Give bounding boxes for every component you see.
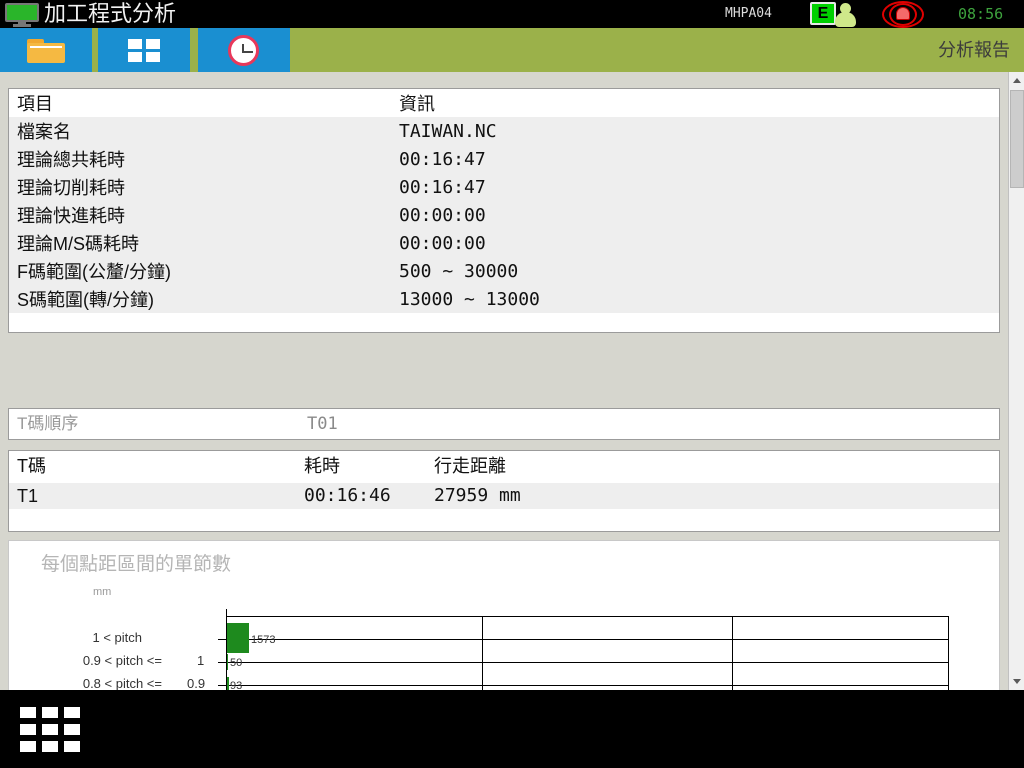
cell-distance: 27959 mm xyxy=(434,483,521,509)
row-label: 檔案名 xyxy=(9,117,399,145)
row-value: 500 ~ 30000 xyxy=(399,257,999,285)
category-label: 1 < pitch xyxy=(92,630,142,645)
row-value: TAIWAN.NC xyxy=(399,117,999,145)
header-item: 項目 xyxy=(9,89,399,117)
category-label: 0.8 < pitch <= xyxy=(83,676,162,690)
row-label: F碼範圍(公釐/分鐘) xyxy=(9,257,399,285)
grid-icon xyxy=(128,39,160,62)
chart-unit-label: mm xyxy=(93,586,111,598)
bottom-bar xyxy=(0,690,1024,768)
table-row: 理論總共耗時 00:16:47 xyxy=(9,145,999,173)
row-label: 理論快進耗時 xyxy=(9,201,399,229)
axis-tick xyxy=(218,685,226,686)
tcode-table: T碼 耗時 行走距離 T1 00:16:46 27959 mm xyxy=(8,450,1000,532)
header-distance: 行走距離 xyxy=(434,451,506,483)
row-value: 00:00:00 xyxy=(399,201,999,229)
system-clock: 08:56 xyxy=(958,0,1003,28)
monitor-icon xyxy=(4,2,40,27)
folder-icon xyxy=(27,39,65,63)
vertical-scrollbar[interactable] xyxy=(1008,72,1024,690)
category-label: 0.9 < pitch <= xyxy=(83,653,162,668)
row-label: S碼範圍(轉/分鐘) xyxy=(9,285,399,313)
row-label: 理論切削耗時 xyxy=(9,173,399,201)
title-bar: 加工程式分析 MHPA04 E 08:56 xyxy=(0,0,1024,28)
axis-tick xyxy=(218,639,226,640)
chart-category-axis: 1 < pitch 0.9 < pitch <= 1 0.8 < pitch <… xyxy=(9,609,218,690)
gridline-horizontal xyxy=(218,685,949,686)
gridline-top xyxy=(226,616,949,617)
gridline-vertical xyxy=(732,616,733,690)
chart-plot-area: 1573 50 93 220 428 1185 xyxy=(218,609,949,690)
category-upper: 0.9 xyxy=(187,676,205,690)
chart-title: 每個點距區間的單節數 xyxy=(41,549,231,576)
axis-tick xyxy=(218,662,226,663)
table-header-row: 項目 資訊 xyxy=(9,89,999,117)
row-value: 00:16:47 xyxy=(399,173,999,201)
bar-1 xyxy=(227,654,228,670)
table-row: S碼範圍(轉/分鐘) 13000 ~ 13000 xyxy=(9,285,999,313)
pitch-histogram-panel: 每個點距區間的單節數 mm 1 < pitch 0.9 < pitch <= 1… xyxy=(8,540,1000,690)
app-title: 加工程式分析 xyxy=(44,0,176,28)
header-info: 資訊 xyxy=(399,89,999,117)
scroll-up-button[interactable] xyxy=(1009,72,1024,89)
program-info-table: 項目 資訊 檔案名 TAIWAN.NC 理論總共耗時 00:16:47 理論切削… xyxy=(9,89,999,313)
scrollbar-thumb[interactable] xyxy=(1010,90,1024,188)
table-row: 理論快進耗時 00:00:00 xyxy=(9,201,999,229)
page-title: 分析報告 xyxy=(938,28,1010,72)
table-row: F碼範圍(公釐/分鐘) 500 ~ 30000 xyxy=(9,257,999,285)
header-tcode: T碼 xyxy=(17,451,46,483)
machine-id: MHPA04 xyxy=(725,0,772,28)
category-upper: 1 xyxy=(197,653,204,668)
tcode-order-label: T碼順序 xyxy=(17,409,78,439)
table-row: 理論切削耗時 00:16:47 xyxy=(9,173,999,201)
open-file-button[interactable] xyxy=(0,28,92,72)
tcode-table-header: T碼 耗時 行走距離 xyxy=(9,451,999,483)
cell-elapsed: 00:16:46 xyxy=(304,483,391,509)
content-area: 項目 資訊 檔案名 TAIWAN.NC 理論總共耗時 00:16:47 理論切削… xyxy=(0,72,1024,690)
bar-value-0: 1573 xyxy=(251,634,275,646)
row-label: 理論M/S碼耗時 xyxy=(9,229,399,257)
program-info-panel: 項目 資訊 檔案名 TAIWAN.NC 理論總共耗時 00:16:47 理論切削… xyxy=(8,88,1000,333)
row-label: 理論總共耗時 xyxy=(9,145,399,173)
header-elapsed: 耗時 xyxy=(304,451,340,483)
toolbar: 分析報告 xyxy=(0,28,1024,72)
alarm-bell-icon[interactable] xyxy=(878,1,928,28)
scroll-region: 項目 資訊 檔案名 TAIWAN.NC 理論總共耗時 00:16:47 理論切削… xyxy=(0,72,1008,690)
app-launcher-button[interactable] xyxy=(20,707,80,752)
gridline-vertical xyxy=(482,616,483,690)
table-row: 理論M/S碼耗時 00:00:00 xyxy=(9,229,999,257)
cell-tcode: T1 xyxy=(17,483,38,509)
bar-value-2: 93 xyxy=(230,680,242,690)
table-row[interactable]: T1 00:16:46 27959 mm xyxy=(9,483,999,509)
operator-icon xyxy=(832,3,858,27)
row-value: 13000 ~ 13000 xyxy=(399,285,999,313)
tcode-order-selector[interactable]: T碼順序 T01 xyxy=(8,408,1000,440)
gridline-horizontal xyxy=(218,639,949,640)
bar-2 xyxy=(227,677,229,690)
bar-value-1: 50 xyxy=(230,657,242,669)
grid-view-button[interactable] xyxy=(98,28,190,72)
table-row: 檔案名 TAIWAN.NC xyxy=(9,117,999,145)
gridline-horizontal xyxy=(218,662,949,663)
bar-0 xyxy=(227,623,249,653)
scroll-down-button[interactable] xyxy=(1009,673,1024,690)
row-value: 00:16:47 xyxy=(399,145,999,173)
tcode-order-value: T01 xyxy=(307,409,338,439)
gridline-vertical xyxy=(948,616,949,690)
row-value: 00:00:00 xyxy=(399,229,999,257)
time-analysis-button[interactable] xyxy=(198,28,290,72)
clock-icon xyxy=(228,35,259,66)
